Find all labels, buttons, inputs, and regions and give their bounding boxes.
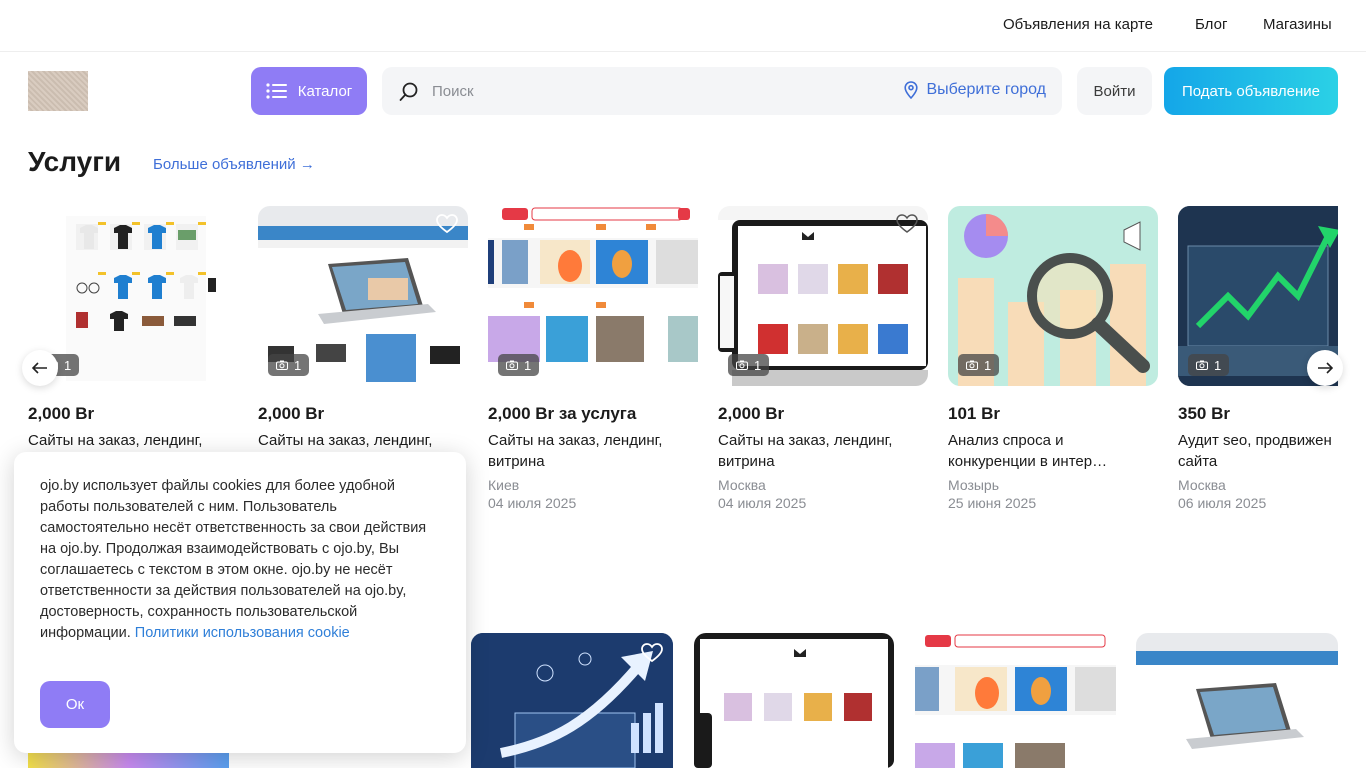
city-label: Выберите город [926, 81, 1046, 98]
camera-icon [966, 360, 978, 370]
ad-image[interactable]: 1 [488, 206, 698, 386]
ad-image[interactable]: 1 [718, 206, 928, 386]
cookie-consent-dialog: ojo.by использует файлы cookies для боле… [14, 452, 466, 753]
ad-city: Киев [488, 477, 520, 493]
ad-price: 2,000 Br [258, 404, 325, 423]
ad-image[interactable] [1136, 633, 1338, 768]
ad-title-cont[interactable]: сайта [1178, 451, 1338, 472]
ad-city: Москва [1178, 477, 1226, 493]
ad-date: 04 июля 2025 [718, 495, 807, 511]
ad-title[interactable]: Сайты на заказ, лендинг, [28, 430, 238, 451]
ad-title[interactable]: Сайты на заказ, лендинг, [258, 430, 468, 451]
ad-title[interactable]: Сайты на заказ, лендинг, [718, 430, 928, 451]
ad-title[interactable]: Анализ спроса и [948, 430, 1158, 451]
photo-count: 1 [1214, 357, 1222, 373]
arrow-left-icon [32, 362, 47, 374]
ad-card[interactable]: 1 2,000 Br Сайты на заказ, лендинг, [28, 206, 238, 451]
search-input[interactable] [432, 79, 882, 103]
photo-count-badge: 1 [1188, 354, 1230, 376]
ad-title-cont[interactable]: конкуренции в интер… [948, 451, 1158, 472]
ad-title[interactable]: Аудит seo, продвижен [1178, 430, 1338, 451]
camera-icon [736, 360, 748, 370]
laptop-website-thumbnail [1136, 633, 1338, 749]
ad-card[interactable]: 1 101 Br Анализ спроса и конкуренции в и… [948, 206, 1158, 511]
photo-count: 1 [524, 357, 532, 373]
ad-image[interactable] [471, 633, 673, 768]
catalog-label: Каталог [297, 82, 353, 100]
ad-card[interactable]: 1 2,000 Br Сайты на заказ, лендинг, [258, 206, 468, 451]
login-button[interactable]: Войти [1077, 67, 1152, 115]
post-ad-button[interactable]: Подать объявление [1164, 67, 1338, 115]
ad-city: Москва [718, 477, 766, 493]
camera-icon [276, 360, 288, 370]
ad-image[interactable]: 1 [258, 206, 468, 386]
photo-count-badge: 1 [958, 354, 1000, 376]
catalog-button[interactable]: Каталог [251, 67, 367, 115]
search-bar: Выберите город [382, 67, 1062, 115]
ad-title-cont[interactable]: витрина [718, 451, 928, 472]
ad-image[interactable]: 1 [948, 206, 1158, 386]
ad-price: 2,000 Br [28, 404, 95, 423]
carousel-prev-button[interactable] [22, 350, 58, 386]
top-nav: Объявления на карте Блог Магазины [0, 0, 1366, 52]
ad-date: 06 июля 2025 [1178, 495, 1267, 511]
ad-date: 25 июня 2025 [948, 495, 1037, 511]
ad-price: 350 Br [1178, 404, 1230, 423]
ad-date: 04 июля 2025 [488, 495, 577, 511]
photo-count: 1 [294, 357, 302, 373]
carousel-next-button[interactable] [1307, 350, 1343, 386]
section-title: Услуги [28, 146, 122, 177]
ad-image[interactable] [915, 633, 1116, 768]
heart-icon[interactable] [641, 643, 663, 663]
photo-count: 1 [64, 357, 72, 373]
camera-icon [506, 360, 518, 370]
photo-count-badge: 1 [498, 354, 540, 376]
marketplace-thumbnail [915, 634, 1116, 768]
city-selector[interactable]: Выберите город [904, 81, 1046, 99]
more-ads-link[interactable]: Больше объявлений → [153, 156, 315, 173]
camera-icon [1196, 360, 1208, 370]
location-pin-icon [904, 81, 919, 99]
cookie-policy-link[interactable]: Политики использования cookie [135, 625, 350, 641]
ad-city: Мозырь [948, 477, 1000, 493]
cookie-ok-button[interactable]: Ок [40, 681, 110, 728]
ad-card[interactable]: 1 2,000 Br за услуга Сайты на заказ, лен… [488, 206, 698, 511]
photo-count: 1 [754, 357, 762, 373]
photo-count-badge: 1 [728, 354, 770, 376]
ad-card[interactable]: 1 2,000 Br Сайты на заказ, лендинг, витр… [718, 206, 928, 511]
heart-icon[interactable] [896, 214, 918, 234]
ad-price: 2,000 Br за услуга [488, 404, 637, 423]
photo-count-badge: 1 [268, 354, 310, 376]
devices-website-thumbnail [694, 633, 894, 768]
photo-count: 1 [984, 357, 992, 373]
ad-image[interactable]: 1 [28, 206, 238, 386]
ad-title-cont[interactable]: витрина [488, 451, 698, 472]
site-logo[interactable] [28, 71, 88, 111]
blog-link[interactable]: Блог [1195, 16, 1227, 33]
ad-price: 2,000 Br [718, 404, 785, 423]
cookie-text: ojo.by использует файлы cookies для боле… [40, 476, 440, 644]
shops-link[interactable]: Магазины [1263, 16, 1332, 33]
map-ads-link[interactable]: Объявления на карте [1003, 16, 1153, 33]
ad-image[interactable] [694, 633, 894, 768]
heart-icon[interactable] [436, 214, 458, 234]
search-icon [399, 82, 418, 101]
cookie-message: ojo.by использует файлы cookies для боле… [40, 478, 427, 641]
arrow-right-icon [1318, 362, 1333, 374]
ad-title[interactable]: Сайты на заказ, лендинг, [488, 430, 698, 451]
list-icon [266, 83, 287, 99]
ad-price: 101 Br [948, 404, 1000, 423]
